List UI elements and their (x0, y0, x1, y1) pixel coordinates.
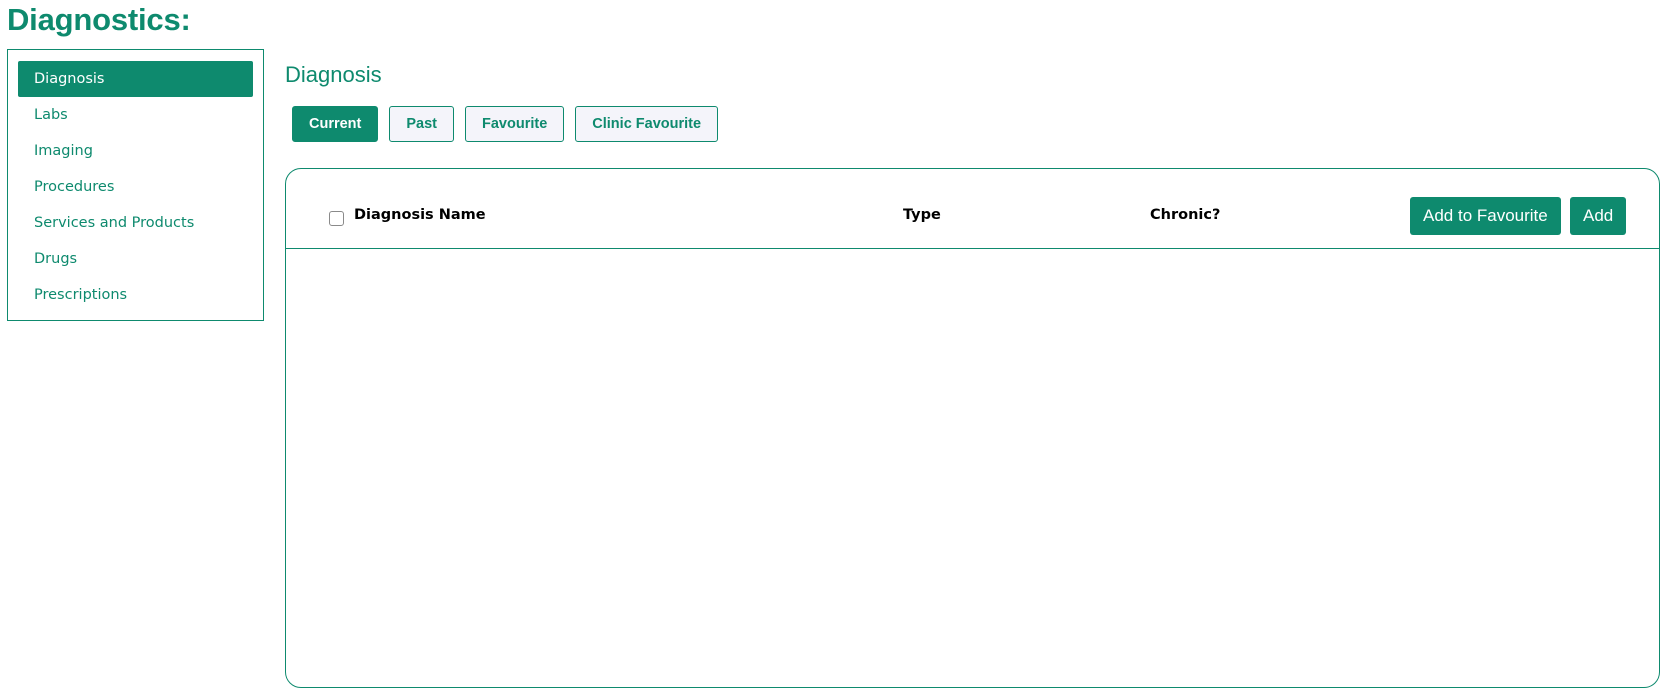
sidebar: Diagnosis Labs Imaging Procedures Servic… (7, 49, 264, 321)
add-to-favourite-button[interactable]: Add to Favourite (1410, 197, 1561, 235)
sidebar-item-labs[interactable]: Labs (18, 97, 253, 133)
diagnosis-table-panel: Diagnosis Name Type Chronic? Add to Favo… (285, 168, 1660, 688)
column-header-diagnosis-name[interactable]: Diagnosis Name (354, 207, 486, 223)
tab-favourite[interactable]: Favourite (465, 106, 565, 142)
tab-bar: Current Past Favourite Clinic Favourite (292, 106, 719, 142)
column-header-type[interactable]: Type (903, 207, 941, 223)
tab-current[interactable]: Current (292, 106, 379, 142)
sidebar-item-prescriptions[interactable]: Prescriptions (18, 277, 253, 313)
sidebar-item-imaging[interactable]: Imaging (18, 133, 253, 169)
column-header-chronic[interactable]: Chronic? (1150, 207, 1220, 223)
page-title: Diagnostics: (7, 2, 191, 37)
tab-past[interactable]: Past (389, 106, 455, 142)
add-button[interactable]: Add (1570, 197, 1627, 235)
table-header: Diagnosis Name Type Chronic? Add to Favo… (286, 169, 1659, 249)
tab-clinic-favourite[interactable]: Clinic Favourite (575, 106, 719, 142)
sidebar-item-services-and-products[interactable]: Services and Products (18, 205, 253, 241)
sidebar-item-drugs[interactable]: Drugs (18, 241, 253, 277)
sidebar-item-diagnosis[interactable]: Diagnosis (18, 61, 253, 97)
select-all-checkbox[interactable] (329, 211, 344, 226)
section-title: Diagnosis (285, 62, 382, 87)
sidebar-item-procedures[interactable]: Procedures (18, 169, 253, 205)
